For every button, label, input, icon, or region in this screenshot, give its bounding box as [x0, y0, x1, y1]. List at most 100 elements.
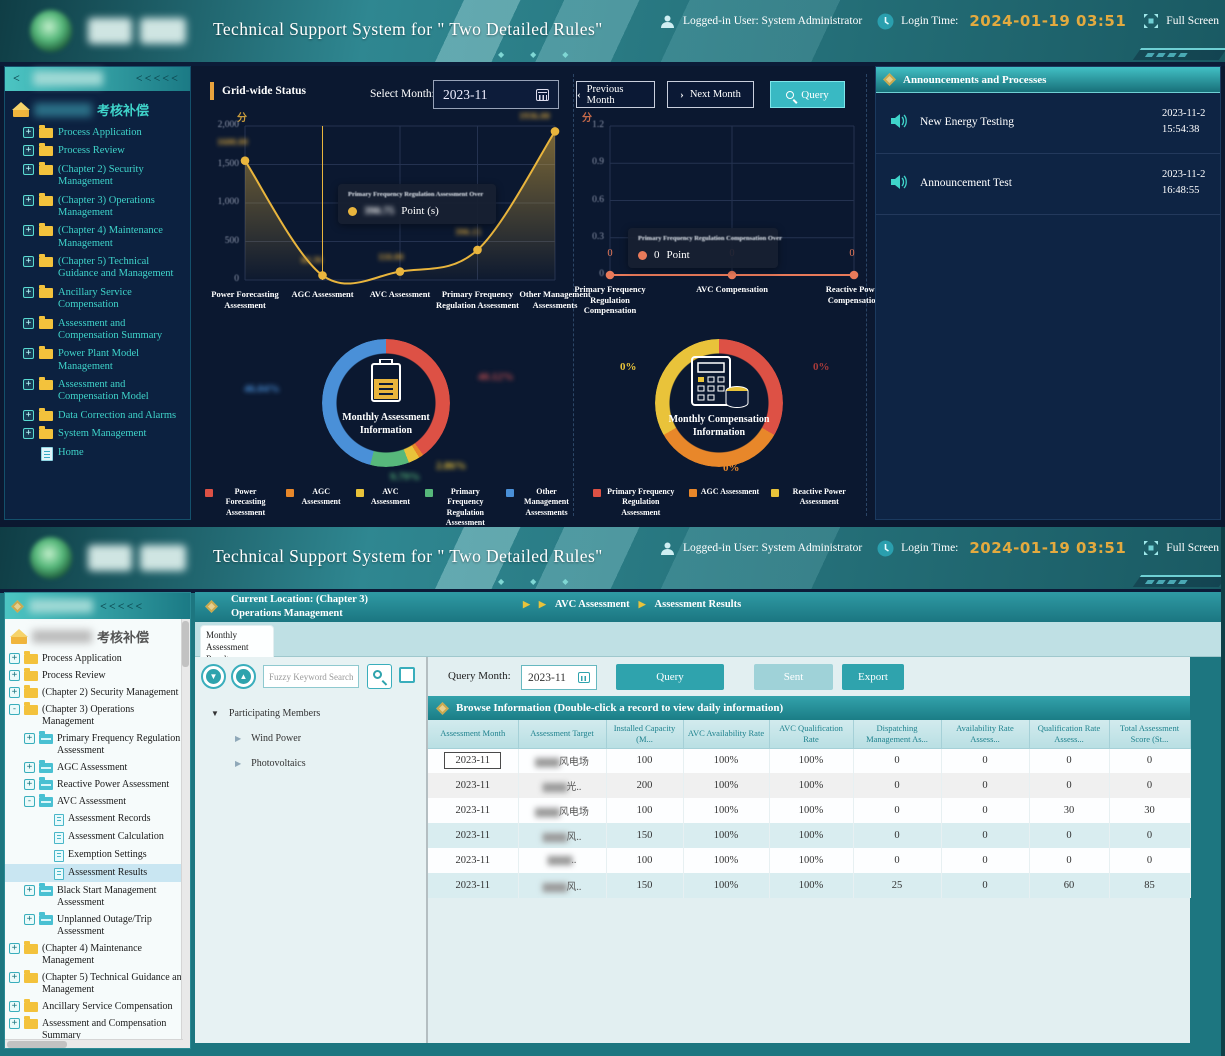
- column-header[interactable]: Total Assessment Score (St...: [1109, 720, 1190, 748]
- tree-item[interactable]: -AVC Assessment: [5, 793, 190, 810]
- search-button[interactable]: [367, 664, 392, 689]
- table-row[interactable]: 2023-11▇▇▇▇风..150100%100%0000: [428, 823, 1190, 848]
- sidebar-item[interactable]: +Process Review: [5, 142, 190, 160]
- column-header[interactable]: Assessment Target: [518, 720, 606, 748]
- next-month-button[interactable]: › Next Month: [667, 81, 754, 108]
- tree-item[interactable]: +(Chapter 4) Maintenance Management: [5, 940, 190, 969]
- collapse-icon[interactable]: -: [9, 704, 20, 715]
- fullscreen-label[interactable]: Full Screen: [1166, 542, 1219, 554]
- tree-item[interactable]: +Process Review: [5, 667, 190, 684]
- tree-item[interactable]: +Primary Frequency Regulation Assessment: [5, 730, 190, 759]
- table-row[interactable]: 2023-11▇▇▇▇..100100%100%0000: [428, 848, 1190, 873]
- expand-icon[interactable]: +: [9, 1001, 20, 1012]
- sidebar-collapse-arrows[interactable]: <<<<<: [136, 71, 180, 86]
- scrollbar-thumb[interactable]: [182, 621, 189, 667]
- expand-icon[interactable]: +: [9, 943, 20, 954]
- column-header[interactable]: Availability Rate Assess...: [941, 720, 1029, 748]
- tree-item[interactable]: +(Chapter 2) Security Management: [5, 684, 190, 701]
- table-row[interactable]: 2023-11▇▇▇▇光..200100%100%0000: [428, 773, 1190, 798]
- previous-month-button[interactable]: ‹ Previous Month: [576, 81, 655, 108]
- expand-icon[interactable]: +: [23, 318, 34, 329]
- sidebar-item[interactable]: +(Chapter 3) Operations Management: [5, 192, 190, 223]
- fullscreen-label[interactable]: Full Screen: [1166, 15, 1219, 27]
- tree-item[interactable]: +(Chapter 5) Technical Guidance and Mana…: [5, 969, 190, 998]
- horizontal-scrollbar[interactable]: [5, 1039, 183, 1048]
- expand-icon[interactable]: +: [23, 164, 34, 175]
- tree-item[interactable]: -(Chapter 3) Operations Management: [5, 701, 190, 730]
- breadcrumb-item[interactable]: Assessment Results: [655, 599, 742, 610]
- table-row[interactable]: 2023-11▇▇▇▇风电场100100%100%003030: [428, 798, 1190, 823]
- expand-icon[interactable]: +: [9, 1018, 20, 1029]
- export-button[interactable]: Export: [842, 664, 904, 690]
- sidebar-item[interactable]: +Process Application: [5, 124, 190, 142]
- legend-item[interactable]: Primary Frequency Regulation Assessment: [425, 487, 494, 527]
- sidebar-back-arrow[interactable]: <: [13, 71, 20, 86]
- column-header[interactable]: Qualification Rate Assess...: [1029, 720, 1109, 748]
- tree-item[interactable]: +Unplanned Outage/Trip Assessment: [5, 911, 190, 940]
- sidebar-item[interactable]: +System Management: [5, 425, 190, 443]
- tree-item[interactable]: Assessment Records: [5, 810, 190, 828]
- legend-item[interactable]: Primary Frequency Regulation Assessment: [593, 487, 677, 518]
- sidebar-root[interactable]: 考核补偿: [5, 621, 190, 650]
- column-header[interactable]: Dispatching Management As...: [853, 720, 941, 748]
- query-button[interactable]: Query: [616, 664, 724, 690]
- expand-icon[interactable]: +: [9, 670, 20, 681]
- query-button[interactable]: Query: [770, 81, 845, 108]
- expand-icon[interactable]: +: [23, 195, 34, 206]
- table-row[interactable]: 2023-11▇▇▇▇风..150100%100%2506085: [428, 873, 1190, 898]
- sidebar-item[interactable]: +(Chapter 4) Maintenance Management: [5, 222, 190, 253]
- expand-icon[interactable]: +: [24, 914, 35, 925]
- search-input[interactable]: [263, 665, 359, 688]
- expand-icon[interactable]: +: [23, 428, 34, 439]
- members-item[interactable]: ▶Wind Power: [195, 726, 425, 751]
- sidebar-item[interactable]: +Data Correction and Alarms: [5, 407, 190, 425]
- expand-icon[interactable]: +: [24, 762, 35, 773]
- announcement-item[interactable]: Announcement Test2023-11-216:48:55: [876, 154, 1220, 215]
- collapse-all-button[interactable]: ▲: [231, 664, 256, 689]
- month-picker[interactable]: 2023-11: [433, 80, 559, 109]
- tree-item[interactable]: +Black Start Management Assessment: [5, 882, 190, 911]
- tree-item-selected[interactable]: Assessment Results: [5, 864, 190, 882]
- fullscreen-icon[interactable]: [1143, 540, 1159, 556]
- expand-icon[interactable]: +: [9, 653, 20, 664]
- expand-icon[interactable]: +: [24, 779, 35, 790]
- expand-icon[interactable]: +: [23, 225, 34, 236]
- legend-item[interactable]: AGC Assessment: [286, 487, 344, 508]
- expand-icon[interactable]: +: [9, 687, 20, 698]
- tree-item[interactable]: Assessment Calculation: [5, 828, 190, 846]
- sidebar-item[interactable]: +Power Plant Model Management: [5, 345, 190, 376]
- legend-item[interactable]: Power Forecasting Assessment: [205, 487, 274, 518]
- expand-icon[interactable]: +: [23, 410, 34, 421]
- column-header[interactable]: Assessment Month: [428, 720, 518, 748]
- legend-item[interactable]: AVC Assessment: [356, 487, 413, 508]
- sidebar-item[interactable]: +(Chapter 5) Technical Guidance and Mana…: [5, 253, 190, 284]
- column-header[interactable]: AVC Availability Rate: [683, 720, 769, 748]
- column-header[interactable]: AVC Qualification Rate: [769, 720, 853, 748]
- tree-item[interactable]: +Reactive Power Assessment: [5, 776, 190, 793]
- tree-item[interactable]: Exemption Settings: [5, 846, 190, 864]
- sent-button[interactable]: Sent: [754, 664, 833, 690]
- tab-monthly-assessment-results[interactable]: Monthly Assessment Results: [200, 625, 274, 657]
- expand-icon[interactable]: +: [9, 972, 20, 983]
- expand-icon[interactable]: +: [24, 885, 35, 896]
- expand-icon[interactable]: +: [24, 733, 35, 744]
- expand-icon[interactable]: +: [23, 348, 34, 359]
- sidebar-item[interactable]: +Ancillary Service Compensation: [5, 284, 190, 315]
- expand-icon[interactable]: +: [23, 145, 34, 156]
- fullscreen-icon[interactable]: [1143, 13, 1159, 29]
- scrollbar-thumb[interactable]: [7, 1041, 67, 1048]
- expand-icon[interactable]: +: [23, 287, 34, 298]
- table-row[interactable]: 2023-11▇▇▇▇风电场100100%100%0000: [428, 748, 1190, 773]
- query-month-picker[interactable]: 2023-11: [521, 665, 597, 690]
- breadcrumb-item[interactable]: AVC Assessment: [555, 599, 630, 610]
- tree-item[interactable]: +Ancillary Service Compensation: [5, 998, 190, 1015]
- announcement-item[interactable]: New Energy Testing2023-11-215:54:38: [876, 93, 1220, 154]
- members-root[interactable]: ▼Participating Members: [195, 701, 425, 726]
- legend-item[interactable]: Other Management Assessments: [506, 487, 575, 518]
- sidebar-item[interactable]: +(Chapter 2) Security Management: [5, 161, 190, 192]
- collapse-icon[interactable]: -: [24, 796, 35, 807]
- tree-item[interactable]: +Process Application: [5, 650, 190, 667]
- sidebar-item[interactable]: +Assessment and Compensation Summary: [5, 315, 190, 346]
- expand-all-button[interactable]: ▼: [201, 664, 226, 689]
- expand-icon[interactable]: +: [23, 127, 34, 138]
